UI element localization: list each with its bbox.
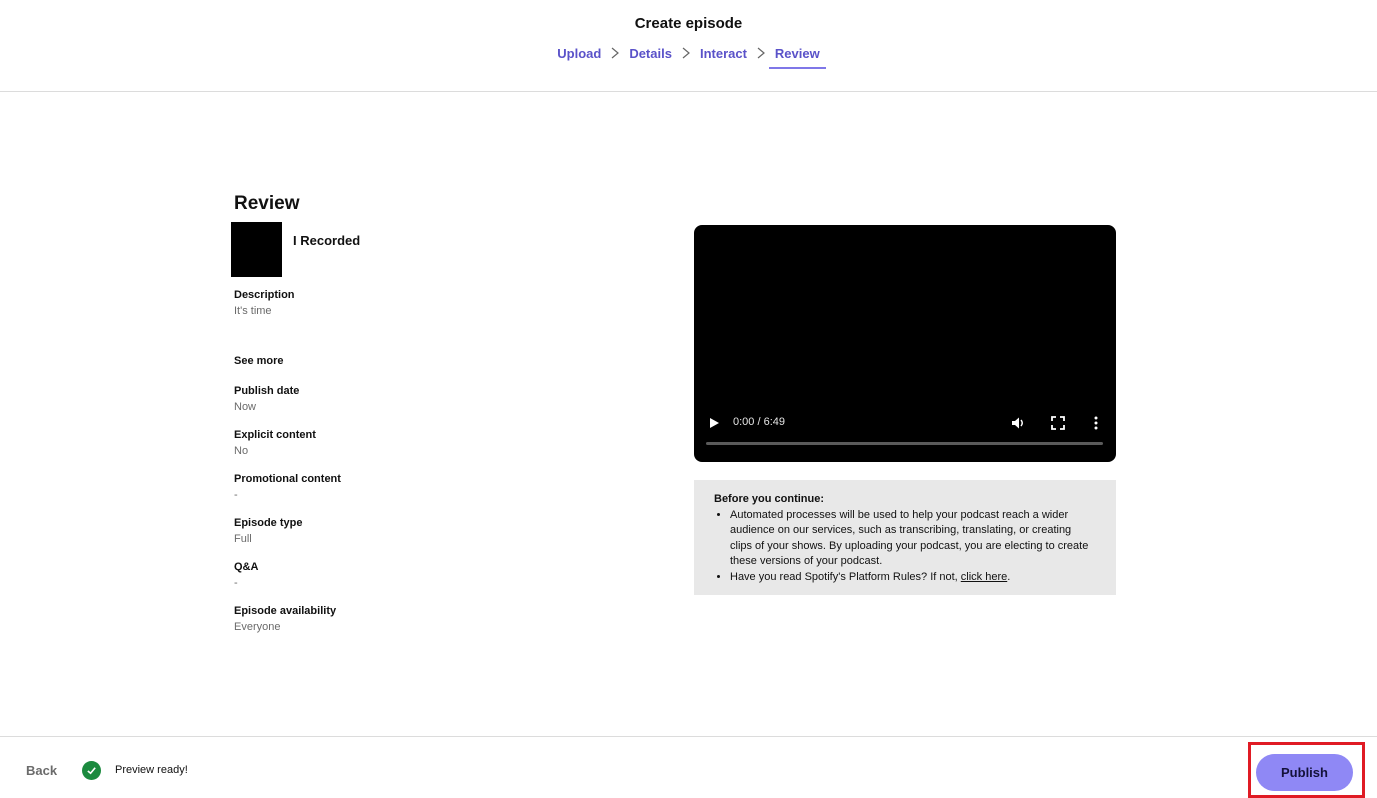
more-options-icon[interactable] (1091, 415, 1101, 431)
explicit-content-field: Explicit content No (234, 428, 316, 459)
field-value: Everyone (234, 621, 281, 633)
notice-bullet-platform-rules: Have you read Spotify's Platform Rules? … (730, 570, 1096, 586)
step-breadcrumb: Upload Details Interact Review (0, 44, 1377, 69)
episode-thumbnail (231, 222, 282, 277)
notice-text: Have you read Spotify's Platform Rules? … (730, 570, 961, 583)
notice-bullet-automated: Automated processes will be used to help… (730, 508, 1096, 570)
platform-rules-link[interactable]: click here (961, 571, 1007, 583)
field-label: Episode availability (234, 605, 337, 617)
back-button[interactable]: Back (26, 763, 57, 778)
field-value: Now (234, 401, 257, 413)
field-label: Q&A (234, 561, 259, 573)
video-player[interactable]: 0:00 / 6:49 (694, 225, 1116, 462)
field-value: - (234, 489, 238, 501)
page-footer: Back Preview ready! Publish (0, 736, 1377, 798)
volume-icon[interactable] (1010, 415, 1026, 431)
episode-title: I Recorded (293, 233, 361, 248)
episode-type-field: Episode type Full (234, 516, 302, 547)
promotional-content-field: Promotional content - (234, 472, 341, 503)
check-circle-icon (82, 761, 101, 780)
chevron-right-icon (609, 47, 621, 67)
step-interact[interactable]: Interact (694, 44, 753, 69)
field-value: Full (234, 533, 252, 545)
field-label: Publish date (234, 385, 300, 397)
status-text: Preview ready! (115, 764, 188, 776)
play-icon[interactable] (708, 416, 720, 430)
description-field: Description It's time (234, 288, 295, 319)
field-value: - (234, 577, 238, 589)
field-label: Promotional content (234, 473, 341, 485)
field-label: Explicit content (234, 429, 316, 441)
step-upload[interactable]: Upload (551, 44, 607, 69)
fullscreen-icon[interactable] (1051, 416, 1065, 430)
publish-date-field: Publish date Now (234, 384, 299, 415)
field-value: No (234, 445, 249, 457)
qa-field: Q&A - (234, 560, 258, 591)
step-review[interactable]: Review (768, 44, 826, 69)
publish-button[interactable]: Publish (1256, 754, 1353, 791)
field-label: Description (234, 289, 295, 301)
field-value: It's time (234, 305, 272, 317)
review-heading: Review (234, 193, 300, 214)
notice-text: . (1007, 570, 1011, 583)
notice-title: Before you continue: (714, 493, 825, 505)
field-label: Episode type (234, 517, 303, 529)
page-header: Create episode Upload Details Interact R… (0, 0, 1377, 92)
step-details[interactable]: Details (623, 44, 678, 69)
video-progress-bar[interactable] (706, 442, 1103, 445)
see-more-link[interactable]: See more (234, 355, 284, 367)
episode-availability-field: Episode availability Everyone (234, 604, 336, 635)
chevron-right-icon (755, 47, 767, 67)
publish-highlight-box: Publish (1248, 742, 1365, 798)
video-time: 0:00 / 6:49 (733, 416, 785, 428)
chevron-right-icon (680, 47, 692, 67)
page-title: Create episode (634, 15, 743, 32)
before-you-continue-notice: Before you continue: Automated processes… (694, 480, 1116, 595)
